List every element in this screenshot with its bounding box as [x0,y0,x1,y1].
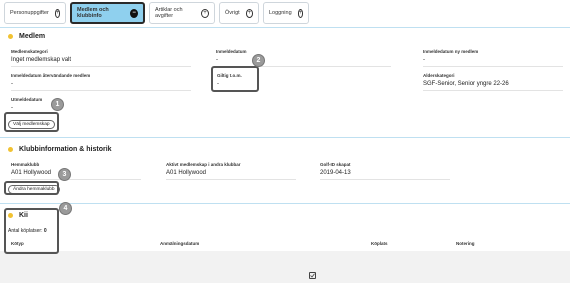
plus-circle-icon: + [54,8,61,18]
callout-1: 1 [51,98,64,111]
tab-label: Artiklar och avgifter [155,7,183,19]
minus-circle-icon: − [130,8,138,18]
tab-label: Personuppgifter [10,10,49,16]
utmeldedatum-value: - [11,105,13,111]
klubb-title: Klubbinformation & historik [8,146,112,153]
inmeldedatum-atervandande-label: Inmeldedatum återvändande medlem [11,73,91,78]
divider [11,90,191,91]
column-header: Notering [456,241,475,246]
klubb-title-text: Klubbinformation & historik [19,146,112,153]
tab-artiklar-och-avgifter[interactable]: Artiklar och avgifter + [149,2,215,24]
tab-personuppgifter[interactable]: Personuppgifter + [4,2,66,24]
alderskategori-label: Alderskategori [423,73,455,78]
highlight-box [4,208,59,254]
golfid-label: Golf-ID skapat [320,162,351,167]
hemmaklubb-value: A01 Hollywood [11,170,52,176]
plus-circle-icon: + [297,8,304,18]
aktivt-medlemskap-value: A01 Hollywood [166,170,207,176]
tab-label: Medlem och klubbinfo [77,7,109,19]
highlight-box [211,66,259,92]
klubb-panel: Klubbinformation & historik Hemmaklubb A… [0,137,570,199]
golfid-value: 2019-04-13 [320,170,351,176]
highlight-box [4,181,59,195]
tab-ovrigt[interactable]: Övrigt + [219,2,259,24]
column-header: Anmälningsdatum [160,241,200,246]
medlem-title-text: Medlem [19,33,46,40]
column-header: Köplats [371,241,388,246]
inmeldedatum-ny-value: - [423,57,425,63]
inmeldedatum-label: Inmeldedatum [216,49,247,54]
inmeldedatum-ny-label: Inmeldedatum ny medlem [423,49,479,54]
callout-3: 3 [58,168,71,181]
divider [423,90,563,91]
inmeldedatum-value: - [216,57,218,63]
medlem-panel: Medlem Medlemskategori Inget medlemskap … [0,27,570,135]
divider [423,66,563,67]
tab-loggning[interactable]: Loggning + [263,2,309,24]
inmeldedatum-atervandande-value: - [11,81,13,87]
medlemskategori-value: Inget medlemskap valt [11,57,72,63]
checkbox-icon[interactable] [309,272,316,279]
status-dot-icon [8,34,13,39]
tab-label: Övrigt [225,10,240,16]
medlemskategori-label: Medlemskategori [11,49,48,54]
tab-medlem-och-klubbinfo[interactable]: Medlem och klubbinfo − [70,2,145,24]
plus-circle-icon: + [245,8,253,18]
hemmaklubb-label: Hemmaklubb [11,162,40,167]
status-dot-icon [8,147,13,152]
divider [11,66,191,67]
utmeldedatum-label: Utmeldedatum [11,97,43,102]
highlight-box [4,112,59,132]
divider [166,179,296,180]
plus-circle-icon: + [201,8,209,18]
divider [11,179,141,180]
callout-2: 2 [252,54,265,67]
table-empty-area [0,251,570,283]
alderskategori-value: SGF-Senior, Senior yngre 22-26 [423,81,509,87]
medlem-title: Medlem [8,33,45,40]
aktivt-medlemskap-label: Aktivt medlemskap i andra klubbar [166,162,241,167]
divider [320,179,450,180]
tab-bar: Personuppgifter + Medlem och klubbinfo −… [4,2,309,24]
callout-4: 4 [59,202,72,215]
tab-label: Loggning [269,10,292,16]
